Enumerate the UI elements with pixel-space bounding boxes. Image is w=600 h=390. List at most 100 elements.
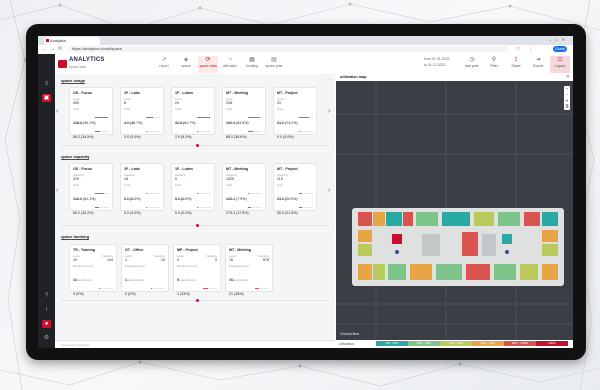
action-label: Share (511, 64, 521, 68)
card-title: 1F - Labs (124, 91, 140, 95)
progress-bar (146, 130, 160, 132)
layers-icon[interactable]: ≣ (564, 104, 570, 110)
filter-button[interactable]: ⚲ Filter (484, 56, 504, 73)
dashboard-icon[interactable]: ▣ (42, 94, 51, 102)
progress-fill (248, 206, 251, 208)
card-value: 200 (73, 101, 79, 105)
info-icon[interactable]: i (42, 306, 51, 314)
card-value: 2.0 (8.3%) (175, 135, 192, 139)
chevron-right-icon[interactable]: › (328, 187, 330, 194)
nav-item-space-plan[interactable]: ▤ space plan (264, 56, 284, 73)
share-icon: ⇪ (513, 57, 519, 63)
progress-fill (248, 192, 250, 194)
legend-segment: 0% - 20% (376, 341, 408, 346)
card-value: 0.0 (0.0%) (124, 211, 141, 215)
nav-item-booking[interactable]: ▦ booking (242, 56, 262, 73)
progress-bar (95, 116, 109, 118)
floor-plan[interactable] (352, 208, 564, 286)
share-button[interactable]: ⇪ Share (506, 56, 526, 73)
card-value: 0 (0%) (73, 292, 84, 296)
utilization-legend: Utilization 0% - 20% 20% - 40% 40% - 60% 60… (336, 340, 573, 348)
nav-item-space[interactable]: ◈ space (176, 56, 196, 73)
footer-text: powered by analytics (61, 343, 90, 347)
nav-item-utilization[interactable]: ◔ utilization (220, 56, 240, 73)
nav-item-label: space plan (265, 64, 283, 68)
kpi-card[interactable]: 1F - Lobes Level 24 Total 32.6 (91.7%) Booked… (171, 87, 215, 139)
kpi-card[interactable]: 1F - Labs Capacity 16 Total 0.0 (0.0%) Booked… (120, 163, 164, 215)
back-icon[interactable]: ← (42, 46, 47, 52)
help-icon[interactable]: ? (42, 292, 51, 300)
nav-item-space-data[interactable]: ⟳ space data (198, 56, 218, 73)
card-value: 69.2 (34.5%) (73, 135, 94, 139)
chevron-left-icon[interactable]: ‹ (56, 187, 58, 194)
extensions-icon[interactable]: ⋮ (528, 46, 533, 52)
forward-icon[interactable]: → (50, 46, 55, 52)
app-logo-subtitle: space data (69, 65, 87, 69)
section-title-capacity: space capacity (61, 154, 90, 160)
progress-bar (197, 192, 211, 194)
progress-fill (197, 130, 199, 132)
progress-fill (255, 287, 259, 289)
profile-button[interactable]: Guest (553, 46, 567, 52)
progress-bar (151, 287, 165, 289)
kpi-card[interactable]: 1F - Lobes Capacity 0 Total 0.0 (0.0%) Booked… (171, 163, 215, 215)
card-title: OT - Office (125, 248, 144, 252)
legend-segment: 80% - 100% (504, 341, 536, 346)
kpi-card[interactable]: MT - Project Level 31 Total 23.0 (74.2%) Book… (273, 87, 317, 139)
map-header: utilization map ✕ (336, 74, 573, 81)
card-title: OS - Focus (73, 167, 92, 171)
floor-label[interactable]: Ground floor (340, 332, 359, 336)
url-field[interactable]: https://analytics.cloud/space (68, 46, 508, 52)
chevron-right-icon[interactable]: › (328, 108, 330, 115)
map-zoom-controls: + − ⌖ ≣ (564, 86, 570, 110)
kpi-card[interactable]: MT - Meeting Capacity 1520 Total 120.1 (7.9%… (222, 163, 266, 215)
card-value: 229 (73, 177, 79, 181)
card-value: 69.2 (30.2%) (73, 211, 94, 215)
section-indicator (196, 224, 199, 227)
kpi-card[interactable]: 1F - Labs Level 8 Total 4.0 (48.7%) Booked 0.0… (120, 87, 164, 139)
kpi-card[interactable]: MT - Project Capacity 115 Total 23.0 (20.0%)… (273, 163, 317, 215)
star-icon[interactable]: ☆ (516, 46, 520, 52)
gauge-icon: ◔ (228, 57, 232, 63)
kpi-card[interactable]: OS - Focus Level 200 Total 138.6 (90.1%) Book… (69, 87, 113, 139)
last-year-button[interactable]: ◷ last year (462, 56, 482, 73)
logout-button[interactable]: ⏻ Logout (550, 56, 570, 73)
progress-bar (248, 192, 262, 194)
section-options-icon[interactable]: ⋯ (327, 77, 331, 82)
section-options-icon[interactable]: ⋯ (327, 233, 331, 238)
menu-icon[interactable]: ≡ (42, 80, 51, 88)
nav-item-report[interactable]: ↗ report (154, 56, 174, 73)
kpi-card[interactable]: OT - Office Level Capacity 1 10 Booked (rooms… (121, 244, 169, 296)
settings-icon[interactable]: ⚙ (42, 334, 51, 342)
reload-icon[interactable]: ⟳ (58, 46, 62, 52)
card-value: 21 (28%) (229, 292, 244, 296)
left-rail: ≡ ▣ ? i ● ⚙ (38, 74, 55, 348)
chevron-left-icon[interactable]: ‹ (56, 108, 58, 115)
progress-fill (299, 192, 302, 194)
section-divider (61, 225, 329, 226)
chart-icon: ↗ (161, 57, 167, 63)
kpi-card[interactable]: TR - Training Level Capacity 10 144 Booked (r… (69, 244, 117, 296)
notification-icon[interactable]: ● (42, 320, 51, 328)
legend-label: Utilization (339, 342, 355, 346)
card-value: 10 (161, 258, 165, 262)
progress-bar (248, 206, 262, 208)
dashboard-main: space usage ⋯ ‹ › OS - Focus Level 200 Tota… (55, 74, 335, 340)
kpi-card[interactable]: MT - Meeting Level 228 Total 190.4 (83.5%) Bo… (222, 87, 266, 139)
nav-item-label: space data (199, 64, 217, 68)
window-controls[interactable]: –□✕ (549, 37, 569, 42)
card-value: 279.4 (17.5%) (226, 211, 249, 215)
kpi-card[interactable]: OS - Focus Capacity 229 Total 140.0 (61.1%) B… (69, 163, 113, 215)
browser-tab[interactable]: Analytics (44, 37, 100, 45)
utilization-map-panel[interactable]: utilization map ✕ + − ⌖ ≣ Ground floor (336, 74, 573, 340)
date-range[interactable]: from 01.01.2023 to 31.12.2023 (424, 57, 450, 67)
browser-tab-bar: Analytics –□✕ (38, 36, 573, 45)
close-icon[interactable]: ✕ (566, 74, 570, 80)
progress-bar (299, 192, 313, 194)
card-value: 0 (175, 177, 177, 181)
card-value: 678 (263, 258, 269, 262)
section-options-icon[interactable]: ⋯ (327, 153, 331, 158)
kpi-card[interactable]: MT - Meeting Level Capacity 76 678 Booked (ro… (225, 244, 273, 296)
export-button[interactable]: ⇥ Export (528, 56, 548, 73)
kpi-card[interactable]: MP - Project Level Capacity 0 0 Booked (rooms… (173, 244, 221, 296)
